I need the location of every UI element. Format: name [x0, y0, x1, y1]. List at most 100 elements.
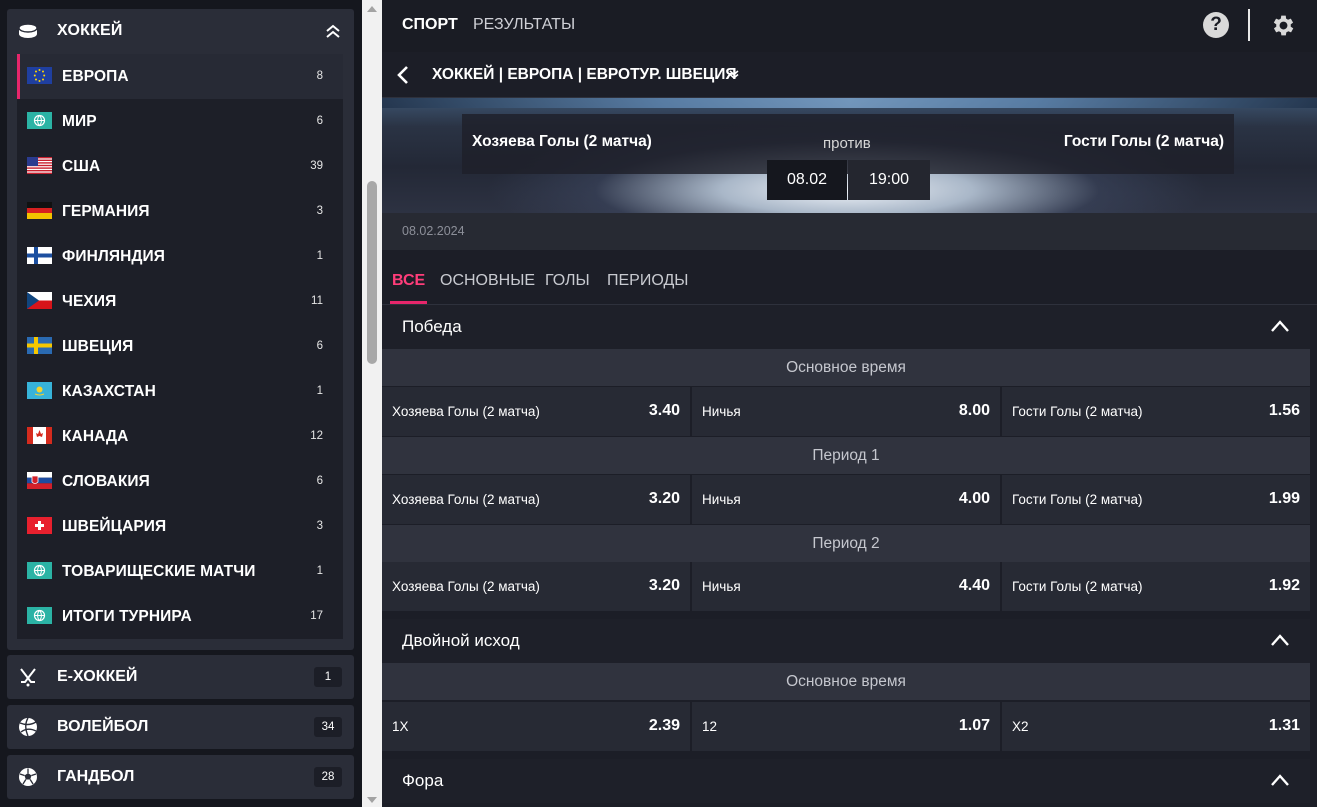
sidebar-item-country[interactable]: ТОВАРИЩЕСКИЕ МАТЧИ 1: [17, 549, 343, 594]
group-title: Период 2: [382, 525, 1310, 562]
flag-se-icon: [27, 337, 52, 354]
sidebar-item-country[interactable]: СЛОВАКИЯ 6: [17, 459, 343, 504]
country-name: КАНАДА: [62, 428, 129, 445]
country-count: 1: [316, 565, 323, 577]
market-handicap-title: Фора: [402, 771, 444, 790]
country-name: МИР: [62, 113, 97, 130]
sidebar-item-country[interactable]: ШВЕЙЦАРИЯ 3: [17, 504, 343, 549]
odds-label: Хозяева Голы (2 матча): [392, 579, 540, 594]
breadcrumb-text[interactable]: ХОККЕЙ | ЕВРОПА | ЕВРОТУР. ШВЕЦИЯ: [432, 66, 737, 84]
sport-hockey-header[interactable]: ХОККЕЙ: [7, 9, 354, 53]
sidebar-item-country[interactable]: ФИНЛЯНДИЯ 1: [17, 234, 343, 279]
sidebar-item-country[interactable]: МИР 6: [17, 99, 343, 144]
odds-button[interactable]: Гости Голы (2 матча) 1.99: [1002, 475, 1310, 524]
chevron-up-icon[interactable]: [1270, 319, 1290, 333]
sidebar-item-country[interactable]: ЕВРОПА 8: [17, 54, 343, 99]
odds-label: Гости Голы (2 матча): [1012, 404, 1143, 419]
odds-label: Ничья: [702, 492, 741, 507]
odds-button[interactable]: Ничья 4.40: [692, 562, 1000, 611]
country-name: ТОВАРИЩЕСКИЕ МАТЧИ: [62, 563, 256, 580]
tab-sport[interactable]: СПОРТ: [402, 16, 458, 34]
tab-periods[interactable]: ПЕРИОДЫ: [607, 272, 688, 290]
odds-button[interactable]: Ничья 8.00: [692, 387, 1000, 436]
odds-button[interactable]: X2 1.31: [1002, 702, 1310, 751]
away-team: Гости Голы (2 матча): [1063, 133, 1224, 150]
hockey-sticks-icon: [20, 668, 36, 687]
country-count: 1: [316, 250, 323, 262]
globe-icon: [27, 112, 52, 129]
flag-ch-icon: [27, 517, 52, 534]
market-double-header[interactable]: Двойной исход: [382, 619, 1310, 663]
country-list: ЕВРОПА 8 МИР 6 США 39 ГЕРМАНИЯ 3 ФИНЛЯНДИЯ 1 ЧЕХИЯ…: [17, 54, 343, 639]
breadcrumb: ХОККЕЙ | ЕВРОПА | ЕВРОТУР. ШВЕЦИЯ: [382, 52, 1317, 98]
market-win-title: Победа: [402, 317, 462, 336]
sidebar-item-country[interactable]: КАЗАХСТАН 1: [17, 369, 343, 414]
chevron-up-icon[interactable]: [1270, 633, 1290, 647]
odds-label: Гости Голы (2 матча): [1012, 492, 1143, 507]
odds-button[interactable]: Хозяева Голы (2 матча) 3.40: [382, 387, 690, 436]
top-nav: СПОРТ РЕЗУЛЬТАТЫ ?: [382, 0, 1317, 52]
match-date: 08.02: [767, 160, 847, 200]
tab-results[interactable]: РЕЗУЛЬТАТЫ: [473, 16, 575, 34]
sidebar-item-country[interactable]: КАНАДА 12: [17, 414, 343, 459]
country-count: 3: [316, 520, 323, 532]
tab-main[interactable]: ОСНОВНЫЕ: [440, 272, 535, 290]
country-count: 39: [310, 160, 323, 172]
sidebar-scrollbar[interactable]: [362, 0, 382, 807]
sidebar-item-country[interactable]: ИТОГИ ТУРНИРА 17: [17, 594, 343, 639]
market-win-header[interactable]: Победа: [382, 305, 1310, 349]
scroll-up-arrow-icon[interactable]: [367, 6, 377, 12]
scrollbar-thumb[interactable]: [367, 181, 377, 364]
help-icon[interactable]: ?: [1203, 12, 1229, 38]
country-count: 6: [316, 475, 323, 487]
puck-icon: [18, 23, 38, 38]
back-arrow-icon[interactable]: [396, 65, 410, 85]
country-name: СЛОВАКИЯ: [62, 473, 150, 490]
odds-button[interactable]: Гости Голы (2 матча) 1.92: [1002, 562, 1310, 611]
flag-de-icon: [27, 202, 52, 219]
country-count: 6: [316, 115, 323, 127]
chevron-down-icon[interactable]: [728, 68, 740, 80]
odds-button[interactable]: Хозяева Голы (2 матча) 3.20: [382, 475, 690, 524]
sport-hockey-label: ХОККЕЙ: [57, 22, 123, 39]
flag-us-icon: [27, 157, 52, 174]
double-chevron-up-icon[interactable]: [324, 22, 342, 40]
nav-divider: [1248, 9, 1250, 41]
sport-volleyball[interactable]: ВОЛЕЙБОЛ 34: [7, 705, 354, 749]
sport-e-hockey-label: Е-ХОККЕЙ: [57, 668, 138, 685]
sidebar: ХОККЕЙ ЕВРОПА 8 МИР 6 США 39 ГЕРМАНИЯ 3 ФИНЛЯНДИ…: [0, 0, 362, 807]
sidebar-item-country[interactable]: ШВЕЦИЯ 6: [17, 324, 343, 369]
odds-label: Ничья: [702, 579, 741, 594]
odds-value: 1.07: [958, 717, 990, 734]
odds-button[interactable]: Гости Голы (2 матча) 1.56: [1002, 387, 1310, 436]
odds-button[interactable]: Хозяева Голы (2 матча) 3.20: [382, 562, 690, 611]
sport-handball[interactable]: ГАНДБОЛ 28: [7, 755, 354, 799]
country-name: ШВЕЙЦАРИЯ: [62, 518, 167, 535]
odds-button[interactable]: 12 1.07: [692, 702, 1000, 751]
tab-all[interactable]: ВСЕ: [389, 272, 428, 304]
odds-button[interactable]: 1X 2.39: [382, 702, 690, 751]
country-name: ШВЕЦИЯ: [62, 338, 134, 355]
sidebar-item-country[interactable]: ЧЕХИЯ 11: [17, 279, 343, 324]
country-name: ЕВРОПА: [62, 68, 129, 85]
country-count: 1: [316, 385, 323, 397]
odds-button[interactable]: Ничья 4.00: [692, 475, 1000, 524]
scroll-down-arrow-icon[interactable]: [367, 797, 377, 803]
sport-e-hockey[interactable]: Е-ХОККЕЙ 1: [7, 655, 354, 699]
odds-value: 1.92: [1268, 577, 1300, 594]
sidebar-item-country[interactable]: США 39: [17, 144, 343, 189]
gear-icon[interactable]: [1270, 12, 1297, 39]
market-handicap-header[interactable]: Фора: [382, 759, 1310, 803]
sidebar-item-country[interactable]: ГЕРМАНИЯ 3: [17, 189, 343, 234]
chevron-up-icon[interactable]: [1270, 773, 1290, 787]
handball-icon: [19, 768, 37, 786]
flag-ca-icon: [27, 427, 52, 444]
tab-goals[interactable]: ГОЛЫ: [545, 272, 590, 290]
flag-cz-icon: [27, 292, 52, 309]
market-tabs: ВСЕ ОСНОВНЫЕ ГОЛЫ ПЕРИОДЫ: [382, 250, 1317, 305]
versus-label: против: [823, 135, 871, 152]
country-count: 12: [310, 430, 323, 442]
volleyball-icon: [19, 717, 37, 737]
odds-value: 3.40: [648, 402, 680, 419]
main-content: СПОРТ РЕЗУЛЬТАТЫ ? ХОККЕЙ | ЕВРОПА | ЕВР…: [382, 0, 1317, 807]
